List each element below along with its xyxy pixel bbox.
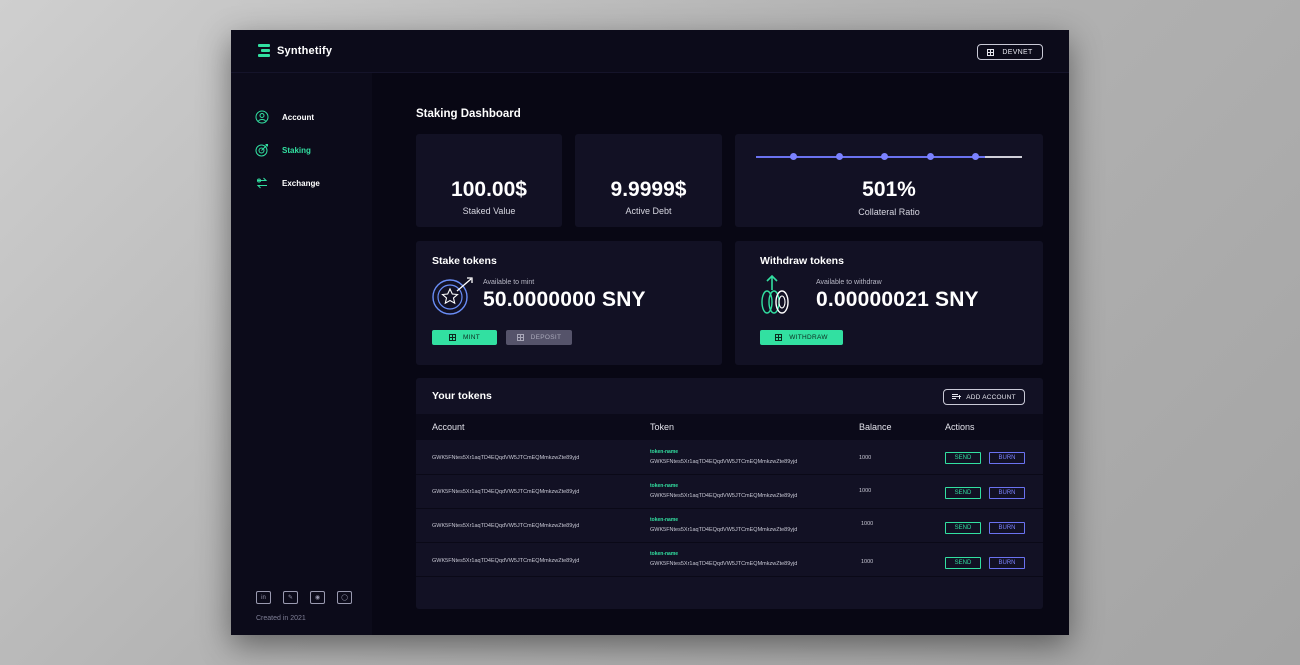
burn-button[interactable]: BURN <box>989 452 1025 464</box>
staked-value-card: 100.00$ Staked Value <box>416 134 562 227</box>
collateral-ratio-card: 501% Collateral Ratio <box>735 134 1043 227</box>
linkedin-icon[interactable]: in <box>256 591 271 604</box>
sidebar-item-label: Exchange <box>282 178 320 188</box>
ratio-marker <box>881 153 888 160</box>
available-to-withdraw-value: 0.00000021 SNY <box>816 288 979 311</box>
column-header-account: Account <box>432 422 465 432</box>
token-balance: 1000 <box>861 559 874 565</box>
active-debt-label: Active Debt <box>625 206 672 216</box>
token-name: token-name <box>650 449 679 455</box>
twitter-icon[interactable]: ✎ <box>283 591 298 604</box>
table-row: GWK5FNtes5Xr1aqTD4EQqdVW5JTCmEQMmkzwZte8… <box>416 509 1043 543</box>
token-address: GWK5FNtes5Xr1aqTD4EQqdVW5JTCmEQMmkzwZte8… <box>650 493 798 499</box>
account-address: GWK5FNtes5Xr1aqTD4EQqdVW5JTCmEQMmkzwZte8… <box>432 455 580 461</box>
network-button[interactable]: DEVNET <box>977 44 1043 60</box>
withdraw-icon <box>775 334 783 341</box>
table-row: GWK5FNtes5Xr1aqTD4EQqdVW5JTCmEQMmkzwZte8… <box>416 543 1043 577</box>
target-icon <box>255 144 268 157</box>
ratio-marker <box>836 153 843 160</box>
token-address: GWK5FNtes5Xr1aqTD4EQqdVW5JTCmEQMmkzwZte8… <box>650 459 798 465</box>
table-row: GWK5FNtes5Xr1aqTD4EQqdVW5JTCmEQMmkzwZte8… <box>416 441 1043 475</box>
token-name: token-name <box>650 483 679 489</box>
synthetify-logo-icon <box>258 44 270 57</box>
table-header: Account Token Balance Actions <box>416 414 1043 440</box>
mint-button[interactable]: MINT <box>432 330 497 345</box>
app-window: Synthetify DEVNET Account Staking Exchan… <box>231 30 1069 635</box>
collateral-ratio-value: 501% <box>862 178 916 201</box>
stake-tokens-title: Stake tokens <box>432 255 497 267</box>
table-row: GWK5FNtes5Xr1aqTD4EQqdVW5JTCmEQMmkzwZte8… <box>416 475 1043 509</box>
burn-button[interactable]: BURN <box>989 487 1025 499</box>
your-tokens-panel: Your tokens ADD ACCOUNT Account Token Ba… <box>416 378 1043 609</box>
burn-button[interactable]: BURN <box>989 522 1025 534</box>
withdraw-tokens-panel: Withdraw tokens Available to withdraw 0.… <box>735 241 1043 365</box>
withdraw-tokens-title: Withdraw tokens <box>760 255 844 267</box>
add-list-icon <box>952 394 962 400</box>
sidebar-item-staking[interactable]: Staking <box>255 143 311 157</box>
send-button[interactable]: SEND <box>945 522 981 534</box>
send-button[interactable]: SEND <box>945 452 981 464</box>
ratio-marker <box>927 153 934 160</box>
network-label: DEVNET <box>1002 48 1033 56</box>
stake-tokens-panel: Stake tokens Available to mint 50.000000… <box>416 241 722 365</box>
app-name: Synthetify <box>277 44 333 57</box>
mint-icon <box>448 334 456 341</box>
social-links: in ✎ ◉ ◯ <box>256 591 352 604</box>
sidebar-item-account[interactable]: Account <box>255 110 314 124</box>
add-account-button[interactable]: ADD ACCOUNT <box>943 389 1025 405</box>
token-balance: 1000 <box>861 521 874 527</box>
deposit-icon <box>516 334 524 341</box>
collateral-ratio-label: Collateral Ratio <box>858 207 920 217</box>
token-name: token-name <box>650 551 679 557</box>
stake-star-icon <box>432 277 473 315</box>
user-icon <box>255 110 269 124</box>
add-account-label: ADD ACCOUNT <box>966 393 1016 401</box>
send-button[interactable]: SEND <box>945 557 981 569</box>
column-header-token: Token <box>650 422 675 432</box>
ratio-marker <box>972 153 979 160</box>
column-header-actions: Actions <box>945 422 975 432</box>
account-address: GWK5FNtes5Xr1aqTD4EQqdVW5JTCmEQMmkzwZte8… <box>432 558 580 564</box>
exchange-icon <box>256 177 268 189</box>
available-to-mint-label: Available to mint <box>483 279 535 286</box>
deposit-button[interactable]: DEPOSIT <box>506 330 572 345</box>
withdraw-label: WITHDRAW <box>789 334 828 341</box>
withdraw-button[interactable]: WITHDRAW <box>760 330 843 345</box>
token-balance: 1000 <box>859 455 872 461</box>
available-to-withdraw-label: Available to withdraw <box>816 279 882 286</box>
deposit-label: DEPOSIT <box>530 334 562 341</box>
column-header-balance: Balance <box>859 422 892 432</box>
token-balance: 1000 <box>859 488 872 494</box>
logo[interactable]: Synthetify <box>258 44 332 57</box>
available-to-mint-value: 50.0000000 SNY <box>483 288 646 311</box>
ratio-marker <box>790 153 797 160</box>
sidebar-item-exchange[interactable]: Exchange <box>255 176 320 190</box>
network-icon <box>987 48 995 56</box>
token-address: GWK5FNtes5Xr1aqTD4EQqdVW5JTCmEQMmkzwZte8… <box>650 527 798 533</box>
your-tokens-title: Your tokens <box>432 390 492 402</box>
active-debt-card: 9.9999$ Active Debt <box>575 134 722 227</box>
send-button[interactable]: SEND <box>945 487 981 499</box>
github-icon[interactable]: ◯ <box>337 591 352 604</box>
discord-icon[interactable]: ◉ <box>310 591 325 604</box>
sidebar-item-label: Account <box>282 112 314 122</box>
token-address: GWK5FNtes5Xr1aqTD4EQqdVW5JTCmEQMmkzwZte8… <box>650 561 798 567</box>
withdraw-coins-icon <box>761 274 789 314</box>
staked-value: 100.00$ <box>451 178 527 201</box>
top-bar: Synthetify DEVNET <box>231 30 1069 73</box>
account-address: GWK5FNtes5Xr1aqTD4EQqdVW5JTCmEQMmkzwZte8… <box>432 523 580 529</box>
footer-text: Created in 2021 <box>256 615 306 622</box>
staked-value-label: Staked Value <box>462 206 516 216</box>
account-address: GWK5FNtes5Xr1aqTD4EQqdVW5JTCmEQMmkzwZte8… <box>432 489 580 495</box>
mint-label: MINT <box>462 334 481 341</box>
sidebar-item-label: Staking <box>282 145 311 155</box>
page-title: Staking Dashboard <box>416 108 521 120</box>
sidebar: Account Staking Exchange in ✎ ◉ ◯ Create… <box>231 73 372 635</box>
token-name: token-name <box>650 517 679 523</box>
active-debt-value: 9.9999$ <box>610 178 687 201</box>
burn-button[interactable]: BURN <box>989 557 1025 569</box>
collateral-ratio-bar <box>756 153 1022 160</box>
